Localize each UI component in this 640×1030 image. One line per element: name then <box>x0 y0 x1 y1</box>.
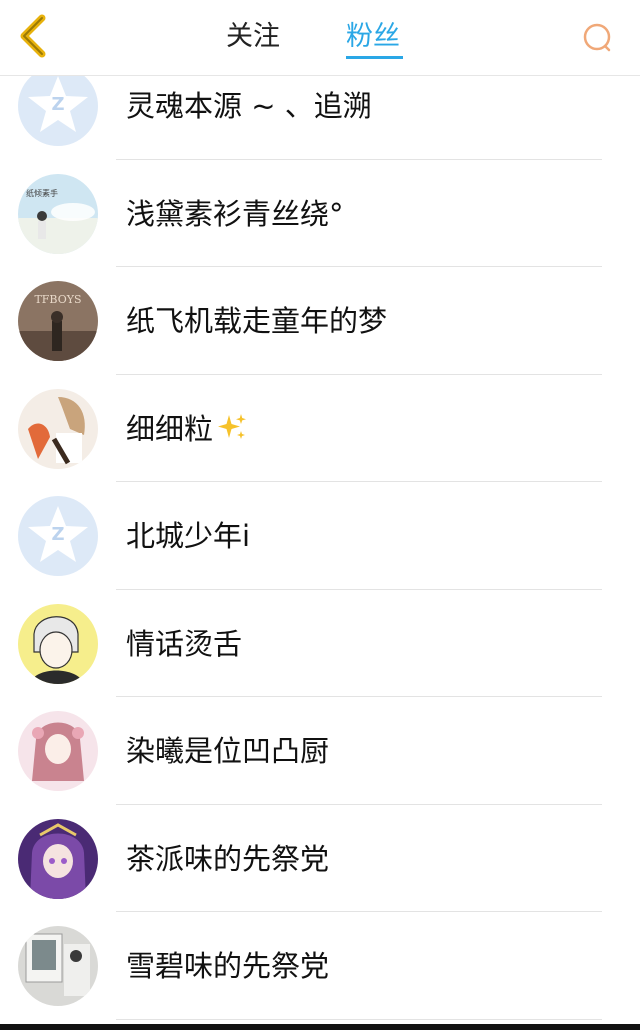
anime-avatar <box>18 388 98 469</box>
tfboys-avatar: TFBOYS <box>18 281 98 361</box>
tab-fans[interactable]: 粉丝 <box>346 20 400 54</box>
default-qq-avatar: Z <box>18 66 98 146</box>
chevron-left-icon <box>20 14 46 58</box>
sparkles-icon <box>218 413 247 439</box>
fans-list: Z 灵魂本源 ~ 、追溯 纸倾素手 浅黛素衫青丝绕° TFBOYS 纸飞机载走童… <box>0 52 640 1020</box>
svg-text:纸倾素手: 纸倾素手 <box>26 188 58 198</box>
svg-text:TFBOYS: TFBOYS <box>34 293 81 306</box>
fan-name: 北城少年i <box>126 519 251 553</box>
fan-name: 茶派味的先祭党 <box>126 841 330 876</box>
fan-name: 情话烫舌 <box>126 626 243 661</box>
anime-girl-pink-avatar <box>18 711 98 791</box>
fan-name: 细细粒 <box>126 409 247 449</box>
active-tab-indicator <box>346 56 403 59</box>
tab-follow[interactable]: 关注 <box>226 20 280 54</box>
svg-text:Z: Z <box>51 524 64 545</box>
search-icon <box>583 23 611 52</box>
fan-name: 浅黛素衫青丝绕° <box>126 196 344 231</box>
divider <box>116 1018 602 1020</box>
fan-row[interactable]: 细细粒 <box>0 375 640 482</box>
fan-name: 纸飞机载走童年的梦 <box>126 304 388 338</box>
fan-row[interactable]: 染曦是位凹凸厨 <box>0 697 640 805</box>
screen-bottom-edge <box>0 1024 640 1030</box>
anime-girl-purple-avatar <box>18 818 98 899</box>
fan-name: 雪碧味的先祭党 <box>126 949 330 983</box>
photo-avatar <box>18 926 98 1006</box>
default-qq-avatar: Z <box>18 496 98 576</box>
fan-row[interactable]: 情话烫舌 <box>0 590 640 697</box>
fan-row[interactable]: 纸倾素手 浅黛素衫青丝绕° <box>0 160 640 267</box>
fan-row[interactable]: Z 北城少年i <box>0 482 640 590</box>
fan-row[interactable]: TFBOYS 纸飞机载走童年的梦 <box>0 267 640 375</box>
anime-boy-avatar <box>18 603 98 684</box>
svg-text:Z: Z <box>51 94 64 115</box>
search-button[interactable] <box>578 18 618 58</box>
fan-name: 灵魂本源 ~ 、追溯 <box>126 89 372 123</box>
back-button[interactable] <box>12 12 56 60</box>
fan-name: 染曦是位凹凸厨 <box>126 734 330 768</box>
fan-row[interactable]: 茶派味的先祭党 <box>0 805 640 912</box>
girl-sky-avatar: 纸倾素手 <box>18 173 98 254</box>
fan-row[interactable]: 雪碧味的先祭党 <box>0 912 640 1020</box>
top-bar: 关注 粉丝 <box>0 0 640 76</box>
fan-name-text: 细细粒 <box>126 411 214 446</box>
